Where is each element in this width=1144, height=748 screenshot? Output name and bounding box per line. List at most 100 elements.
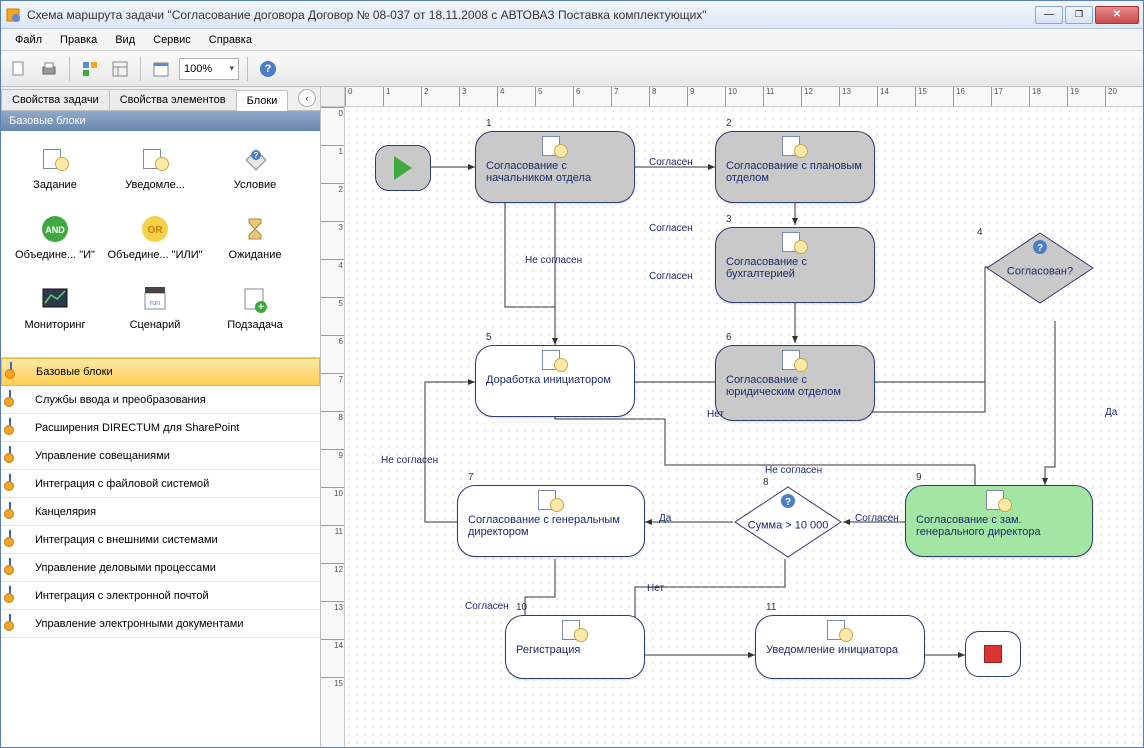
palette-label: Мониторинг (24, 319, 85, 331)
category-label: Интеграция с электронной почтой (35, 590, 209, 602)
svg-text:OR: OR (148, 225, 164, 236)
category-icon (9, 474, 11, 488)
decision-node[interactable]: ? 8 Сумма > 10 000 (733, 485, 843, 559)
node-number: 7 (468, 472, 474, 483)
workflow-node[interactable]: 7 Согласование с генеральным директором (457, 485, 645, 557)
decision-label: Сумма > 10 000 (748, 520, 829, 532)
workflow-node[interactable]: 9 Согласование с зам. генерального дирек… (905, 485, 1093, 557)
palette-label: Уведомле... (125, 179, 185, 191)
palette-item-and[interactable]: ANDОбъедине... "И" (5, 209, 105, 279)
node-number: 9 (916, 472, 922, 483)
layout-button[interactable] (108, 57, 132, 81)
category-label: Управление деловыми процессами (35, 562, 216, 574)
workflow-canvas[interactable]: 1 Согласование с начальником отдела 2 Со… (345, 107, 1143, 747)
start-node[interactable] (375, 145, 431, 191)
workflow-node[interactable]: 10 Регистрация (505, 615, 645, 679)
category-item[interactable]: Канцелярия (1, 498, 320, 526)
minimize-button[interactable] (1035, 6, 1063, 24)
decision-node[interactable]: ? 4 Согласован? (985, 231, 1095, 305)
edge-label: Согласен (649, 223, 693, 234)
svg-text:?: ? (1037, 243, 1043, 254)
category-item[interactable]: Управление деловыми процессами (1, 554, 320, 582)
doc-clock-icon (562, 620, 586, 640)
collapse-panel-button[interactable]: ‹ (298, 89, 316, 107)
workflow-node[interactable]: 2 Согласование с плановым отделом (715, 131, 875, 203)
palette-item-subtask[interactable]: +Подзадача (205, 279, 305, 349)
menu-help[interactable]: Справка (201, 32, 260, 48)
toolbar-separator (140, 57, 141, 81)
menu-file[interactable]: Файл (7, 32, 50, 48)
menu-edit[interactable]: Правка (52, 32, 105, 48)
palette-item-script[interactable]: runСценарий (105, 279, 205, 349)
palette-item-monitoring[interactable]: Мониторинг (5, 279, 105, 349)
categories-list: Базовые блоки Службы ввода и преобразова… (1, 358, 320, 747)
workflow-node[interactable]: 6 Согласование с юридическим отделом (715, 345, 875, 421)
category-label: Базовые блоки (36, 366, 113, 378)
menubar: Файл Правка Вид Сервис Справка (1, 29, 1143, 51)
palette-item-wait[interactable]: Ожидание (205, 209, 305, 279)
panel-tabs: Свойства задачи Свойства элементов Блоки… (1, 87, 320, 111)
app-icon (5, 7, 21, 23)
question-icon: ? (1032, 239, 1048, 258)
blocks-palette: Задание Уведомле... ?Условие ANDОбъедине… (1, 131, 320, 358)
left-panel: Свойства задачи Свойства элементов Блоки… (1, 87, 321, 747)
edge-label: Не согласен (381, 455, 438, 466)
workflow-node[interactable]: 1 Согласование с начальником отдела (475, 131, 635, 203)
and-icon: AND (39, 213, 71, 245)
menu-view[interactable]: Вид (107, 32, 143, 48)
workflow-node[interactable]: 3 Согласование с бухгалтерией (715, 227, 875, 303)
connector-lines (345, 107, 1143, 747)
node-label: Согласование с бухгалтерией (726, 256, 807, 280)
end-node[interactable] (965, 631, 1021, 677)
menu-service[interactable]: Сервис (145, 32, 199, 48)
doc-clock-icon (986, 490, 1010, 510)
tab-blocks[interactable]: Блоки (236, 90, 289, 111)
category-icon (10, 362, 12, 376)
palette-item-condition[interactable]: ?Условие (205, 139, 305, 209)
node-number: 6 (726, 332, 732, 343)
category-item[interactable]: Расширения DIRECTUM для SharePoint (1, 414, 320, 442)
palette-item-notification[interactable]: Уведомле... (105, 139, 205, 209)
hourglass-icon (239, 213, 271, 245)
category-item[interactable]: Базовые блоки (1, 358, 320, 386)
zoom-dropdown[interactable]: 100% (179, 58, 239, 80)
category-item[interactable]: Интеграция с файловой системой (1, 470, 320, 498)
palette-item-or[interactable]: ORОбъедине... "ИЛИ" (105, 209, 205, 279)
edge-label: Нет (647, 583, 664, 594)
category-item[interactable]: Интеграция с внешними системами (1, 526, 320, 554)
tab-task-props[interactable]: Свойства задачи (1, 89, 110, 110)
blocks-button[interactable] (78, 57, 102, 81)
edge-label: Согласен (649, 157, 693, 168)
palette-item-task[interactable]: Задание (5, 139, 105, 209)
node-label: Согласование с плановым отделом (726, 160, 862, 184)
new-button[interactable] (7, 57, 31, 81)
node-number: 1 (486, 118, 492, 129)
tab-elem-props[interactable]: Свойства элементов (109, 89, 237, 110)
edge-label: Да (659, 513, 671, 524)
node-label: Согласование с начальником отдела (486, 160, 591, 184)
help-button[interactable]: ? (256, 57, 280, 81)
calendar-button[interactable] (149, 57, 173, 81)
category-item[interactable]: Управление электронными документами (1, 610, 320, 638)
workflow-node[interactable]: 5 Доработка инициатором (475, 345, 635, 417)
palette-label: Ожидание (229, 249, 282, 261)
node-number: 2 (726, 118, 732, 129)
titlebar: Схема маршрута задачи "Согласование дого… (1, 1, 1143, 29)
close-button[interactable] (1095, 6, 1139, 24)
print-button[interactable] (37, 57, 61, 81)
doc-clock-icon (782, 350, 806, 370)
category-item[interactable]: Управление совещаниями (1, 442, 320, 470)
node-label: Согласование с зам. генерального директо… (916, 514, 1041, 538)
svg-text:AND: AND (45, 225, 65, 235)
doc-clock-icon (143, 149, 167, 169)
category-item[interactable]: Интеграция с электронной почтой (1, 582, 320, 610)
workflow-node[interactable]: 11 Уведомление инициатора (755, 615, 925, 679)
category-label: Управление совещаниями (35, 450, 170, 462)
maximize-button[interactable] (1065, 6, 1093, 24)
category-label: Канцелярия (35, 506, 96, 518)
category-item[interactable]: Службы ввода и преобразования (1, 386, 320, 414)
svg-text:+: + (258, 302, 264, 313)
toolbar-separator (69, 57, 70, 81)
svg-text:?: ? (254, 151, 259, 160)
ruler-corner (321, 87, 345, 107)
